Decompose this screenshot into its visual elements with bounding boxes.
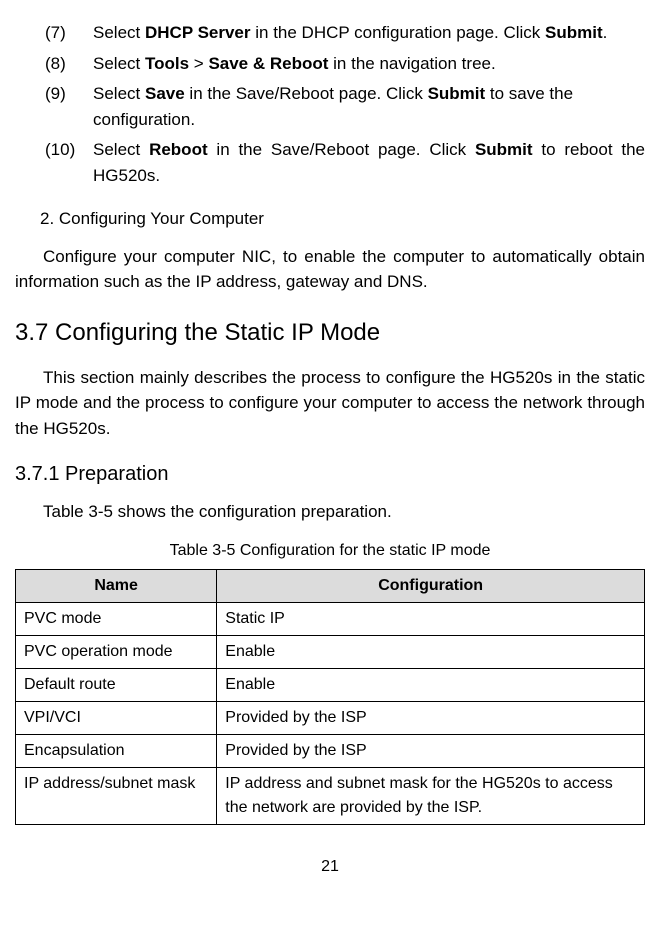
step-number: (7) [45,20,93,46]
page-number: 21 [15,855,645,879]
table-cell-config: IP address and subnet mask for the HG520… [217,767,645,824]
table-cell-name: PVC mode [16,602,217,635]
bold-term: Submit [475,140,533,159]
bold-term: Save [145,84,185,103]
step-7: (7) Select DHCP Server in the DHCP confi… [15,20,645,46]
text-part: in the Save/Reboot page. Click [208,140,475,159]
step-8: (8) Select Tools > Save & Reboot in the … [15,51,645,77]
text-part: Select [93,140,149,159]
text-part: Select [93,84,145,103]
config-table: Name Configuration PVC mode Static IP PV… [15,569,645,825]
step-number: (8) [45,51,93,77]
bold-term: Submit [428,84,486,103]
body-paragraph-nic: Configure your computer NIC, to enable t… [15,244,645,295]
text-part: in the DHCP configuration page. Click [251,23,546,42]
table-caption: Table 3-5 Configuration for the static I… [15,539,645,563]
table-row: PVC mode Static IP [16,602,645,635]
text-part: Select [93,54,145,73]
text-part: Select [93,23,145,42]
body-paragraph-preparation: Table 3-5 shows the configuration prepar… [15,499,645,525]
bold-term: Tools [145,54,189,73]
text-part: in the navigation tree. [328,54,495,73]
text-part: in the Save/Reboot page. Click [185,84,428,103]
step-number: (9) [45,81,93,132]
table-header-row: Name Configuration [16,569,645,602]
bold-term: Save & Reboot [208,54,328,73]
table-row: PVC operation mode Enable [16,635,645,668]
table-row: Encapsulation Provided by the ISP [16,734,645,767]
table-cell-name: PVC operation mode [16,635,217,668]
text-part: . [603,23,608,42]
table-cell-config: Enable [217,668,645,701]
table-cell-name: VPI/VCI [16,701,217,734]
table-cell-config: Provided by the ISP [217,734,645,767]
table-cell-name: Default route [16,668,217,701]
step-list: (7) Select DHCP Server in the DHCP confi… [15,20,645,188]
section-heading-3-7-1: 3.7.1 Preparation [15,459,645,489]
step-text: Select Reboot in the Save/Reboot page. C… [93,137,645,188]
table-cell-name: IP address/subnet mask [16,767,217,824]
table-cell-config: Provided by the ISP [217,701,645,734]
table-row: IP address/subnet mask IP address and su… [16,767,645,824]
bold-term: DHCP Server [145,23,251,42]
table-cell-name: Encapsulation [16,734,217,767]
section-heading-3-7: 3.7 Configuring the Static IP Mode [15,315,645,351]
text-part: > [189,54,208,73]
body-paragraph-static-ip: This section mainly describes the proces… [15,365,645,442]
table-header-config: Configuration [217,569,645,602]
step-9: (9) Select Save in the Save/Reboot page.… [15,81,645,132]
bold-term: Submit [545,23,603,42]
step-text: Select Save in the Save/Reboot page. Cli… [93,81,645,132]
table-row: Default route Enable [16,668,645,701]
step-text: Select Tools > Save & Reboot in the navi… [93,51,645,77]
sub-heading-configuring-computer: 2. Configuring Your Computer [15,206,645,232]
step-10: (10) Select Reboot in the Save/Reboot pa… [15,137,645,188]
table-row: VPI/VCI Provided by the ISP [16,701,645,734]
table-header-name: Name [16,569,217,602]
step-text: Select DHCP Server in the DHCP configura… [93,20,645,46]
bold-term: Reboot [149,140,208,159]
step-number: (10) [45,137,93,188]
table-cell-config: Static IP [217,602,645,635]
table-cell-config: Enable [217,635,645,668]
